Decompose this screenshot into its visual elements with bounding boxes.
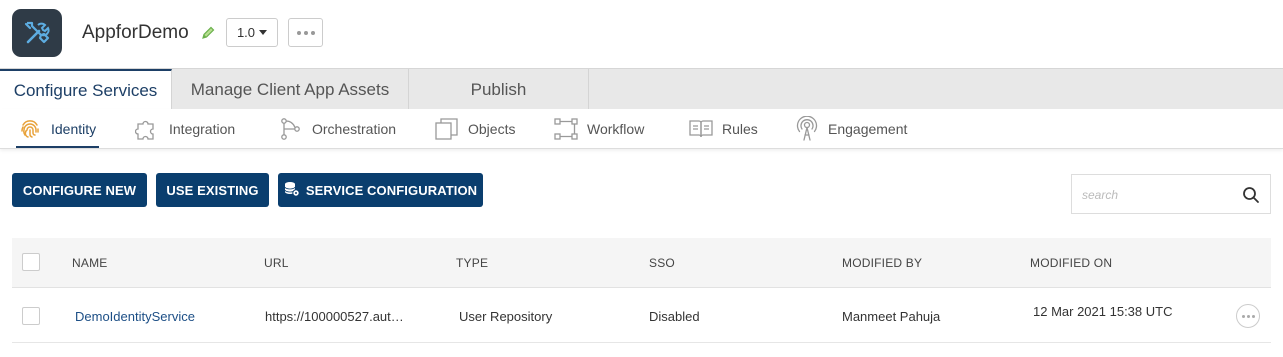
subtab-objects[interactable]: Objects <box>434 109 515 149</box>
tab-publish[interactable]: Publish <box>409 69 589 110</box>
subtab-label: Rules <box>722 121 758 137</box>
tab-configure-services[interactable]: Configure Services <box>0 69 172 110</box>
column-header-sso[interactable]: SSO <box>649 238 675 288</box>
orchestration-icon <box>278 116 304 142</box>
subtab-workflow[interactable]: Workflow <box>553 109 644 149</box>
subtab-integration[interactable]: Integration <box>135 109 235 149</box>
tab-label: Manage Client App Assets <box>190 79 390 99</box>
table-row: DemoIdentityService https://100000527.au… <box>12 289 1271 343</box>
rules-book-icon <box>688 116 714 142</box>
button-label: CONFIGURE NEW <box>22 182 137 198</box>
service-modified-by: Manmeet Pahuja <box>842 308 941 324</box>
service-sso: Disabled <box>649 308 700 324</box>
subtab-identity[interactable]: Identity <box>17 109 96 149</box>
column-header-modified-on[interactable]: MODIFIED ON <box>1030 238 1112 288</box>
service-modified-on: 12 Mar 2021 15:38 UTC <box>1033 303 1173 319</box>
database-settings-icon <box>284 181 300 200</box>
column-header-modified-by[interactable]: MODIFIED BY <box>842 238 922 288</box>
column-header-type[interactable]: TYPE <box>456 238 488 288</box>
app-header: AppforDemo 1.0 <box>0 0 1283 68</box>
subtab-rules[interactable]: Rules <box>688 109 758 149</box>
chevron-down-icon <box>259 30 268 35</box>
use-existing-button[interactable]: USE EXISTING <box>156 173 269 207</box>
service-name-link[interactable]: DemoIdentityService <box>75 289 195 343</box>
tab-manage-client-app-assets[interactable]: Manage Client App Assets <box>172 69 409 110</box>
search-box <box>1071 174 1271 214</box>
column-header-name[interactable]: NAME <box>72 238 107 288</box>
service-url: https://100000527.aut… <box>265 308 404 324</box>
subtab-label: Engagement <box>828 121 908 137</box>
workflow-icon <box>553 116 579 142</box>
engagement-icon <box>794 116 820 142</box>
subtab-orchestration[interactable]: Orchestration <box>278 109 396 149</box>
subtab-engagement[interactable]: Engagement <box>794 109 907 149</box>
subtab-label: Identity <box>51 121 97 137</box>
tab-label: Configure Services <box>13 80 158 100</box>
subtab-label: Orchestration <box>312 121 397 137</box>
select-all-checkbox[interactable] <box>22 253 40 271</box>
puzzle-icon <box>135 116 161 142</box>
ellipsis-icon <box>296 30 301 35</box>
fingerprint-icon <box>17 116 43 142</box>
configure-new-button[interactable]: CONFIGURE NEW <box>12 173 147 207</box>
version-label: 1.0 <box>236 25 256 40</box>
objects-icon <box>434 116 460 142</box>
service-configuration-button[interactable]: SERVICE CONFIGURATION <box>278 173 483 207</box>
service-type: User Repository <box>459 308 553 324</box>
subtab-label: Integration <box>169 121 236 137</box>
tab-label: Publish <box>470 79 527 99</box>
app-name: AppforDemo <box>82 22 189 43</box>
ellipsis-icon <box>1241 314 1245 318</box>
version-dropdown[interactable]: 1.0 <box>226 18 278 47</box>
search-input[interactable] <box>1082 185 1232 205</box>
search-icon[interactable] <box>1242 186 1260 204</box>
column-header-url[interactable]: URL <box>264 238 289 288</box>
main-tab-bar: Configure Services Manage Client App Ass… <box>0 68 1283 110</box>
row-actions-button[interactable] <box>1236 304 1260 328</box>
subtab-label: Objects <box>468 121 516 137</box>
pencil-icon[interactable] <box>200 25 216 41</box>
service-type-tab-bar: Identity Integration Orchestration Objec… <box>0 109 1283 149</box>
button-label: USE EXISTING <box>166 182 259 198</box>
table-header: NAME URL TYPE SSO MODIFIED BY MODIFIED O… <box>12 238 1271 288</box>
more-options-button[interactable] <box>288 18 323 47</box>
active-subtab-indicator <box>16 146 99 148</box>
row-checkbox[interactable] <box>22 307 40 325</box>
subtab-label: Workflow <box>587 121 645 137</box>
button-label: SERVICE CONFIGURATION <box>305 182 478 198</box>
tools-icon <box>12 9 62 57</box>
